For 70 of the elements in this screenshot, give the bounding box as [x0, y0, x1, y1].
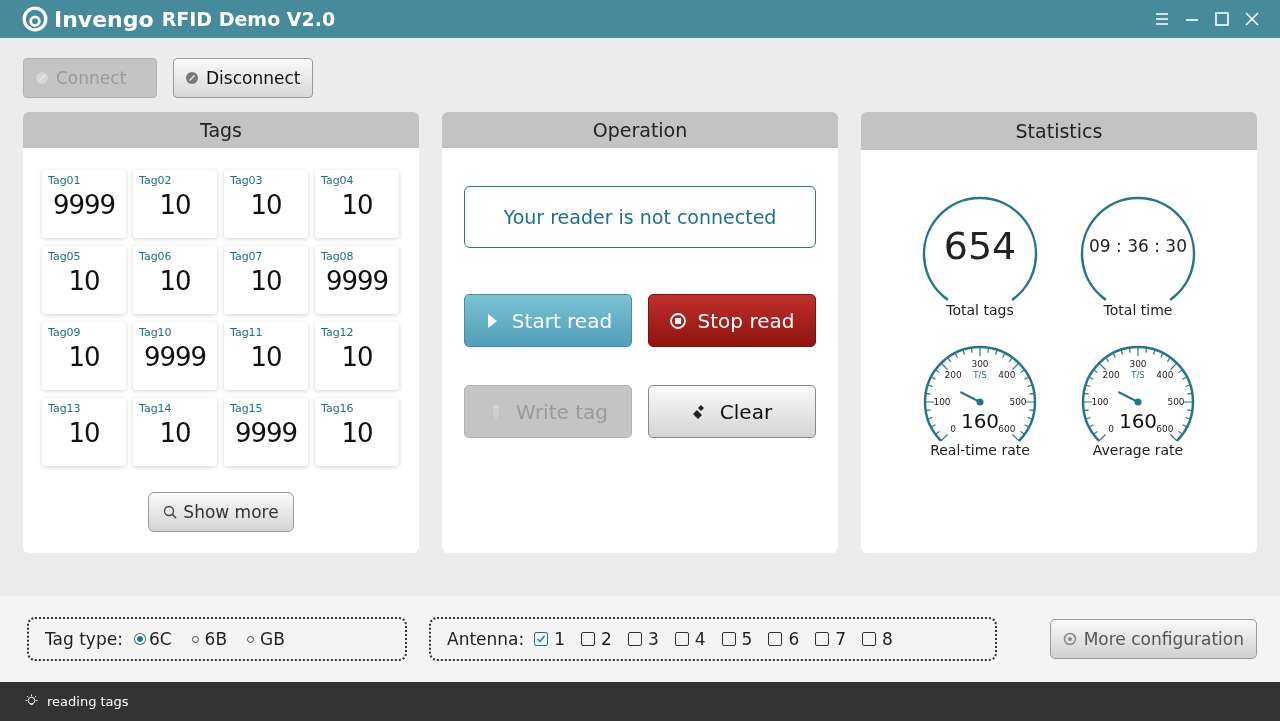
gear-icon — [1062, 632, 1077, 646]
close-icon[interactable] — [1244, 11, 1260, 27]
tag-name: Tag11 — [230, 326, 264, 339]
checkbox-option[interactable]: 3 — [627, 629, 659, 649]
radio-option[interactable]: GB — [247, 629, 285, 649]
stat-label: Real-time rate — [930, 442, 1030, 458]
stop-button[interactable]: Stop read — [648, 294, 816, 347]
show-more-button[interactable]: Show more — [148, 492, 294, 532]
tag-count: 10 — [249, 190, 283, 220]
tag-count: 9999 — [51, 190, 117, 220]
stat-label: Total tags — [946, 302, 1014, 318]
tag-name: Tag07 — [230, 250, 264, 263]
tag-count: 10 — [340, 342, 374, 372]
tag-count: 10 — [158, 418, 192, 448]
logo-icon — [22, 6, 48, 32]
tag-count: 10 — [340, 418, 374, 448]
tag-name: Tag06 — [139, 250, 173, 263]
checkbox-option[interactable]: 6 — [768, 629, 800, 649]
disconnect-button[interactable]: Disconnect — [173, 58, 314, 98]
radio-option[interactable]: 6C — [136, 629, 172, 649]
tag-count: 9999 — [233, 418, 299, 448]
tag-name: Tag16 — [321, 402, 355, 415]
panel-title: Operation — [592, 119, 688, 141]
tag-count: 10 — [340, 190, 374, 220]
tag-name: Tag12 — [321, 326, 355, 339]
menu-icon[interactable] — [1154, 11, 1170, 27]
tag-name: Tag15 — [230, 402, 264, 415]
checkbox-option[interactable]: 7 — [815, 629, 847, 649]
stop-icon — [669, 312, 686, 329]
stat-label: Total time — [1103, 302, 1173, 318]
checkbox-option[interactable]: 2 — [581, 629, 612, 649]
tag-count: 10 — [67, 342, 101, 372]
checkbox-option[interactable]: 4 — [674, 629, 706, 649]
tag-count: 9999 — [324, 266, 390, 296]
tag-count: 10 — [158, 190, 192, 220]
tag-name: Tag08 — [321, 250, 355, 263]
tag-name: Tag13 — [48, 402, 82, 415]
tag-name: Tag03 — [230, 174, 264, 187]
tag-count: 10 — [158, 266, 192, 296]
tag-count: 10 — [249, 342, 283, 372]
tag-count: 10 — [67, 418, 101, 448]
status-text: reading tags — [47, 694, 129, 709]
tag-name: Tag09 — [48, 326, 82, 339]
tag-name: Tag05 — [48, 250, 82, 263]
tag-name: Tag14 — [139, 402, 173, 415]
maximize-icon[interactable] — [1214, 11, 1230, 27]
tag-name: Tag04 — [321, 174, 355, 187]
status-message: Your reader is not connected — [464, 186, 816, 248]
checkbox-option[interactable]: 1 — [534, 629, 566, 649]
tag-name: Tag10 — [139, 326, 173, 339]
window-title: RFID Demo V2.0 — [161, 8, 336, 30]
tag-count: 10 — [249, 266, 283, 296]
tag-name: Tag01 — [48, 174, 82, 187]
panel-title: Statistics — [1015, 120, 1103, 142]
counter-value: 09 : 36 : 30 — [1089, 236, 1187, 256]
clear-button[interactable]: Clear — [648, 385, 816, 438]
tag-count: 9999 — [142, 342, 208, 372]
checkbox-option[interactable]: 5 — [721, 629, 753, 649]
tag-name: Tag02 — [139, 174, 173, 187]
antenna-label: Antenna: — [447, 629, 525, 649]
tag-count: 10 — [67, 266, 101, 296]
more-configuration-button[interactable]: More configuration — [1049, 619, 1257, 659]
brand-name: Invengo — [54, 6, 154, 32]
tag-type-label: Tag type: — [45, 629, 123, 649]
panel-title: Tags — [199, 119, 243, 141]
checkbox-option[interactable]: 8 — [862, 629, 893, 649]
search-icon — [163, 505, 178, 519]
counter-value: 654 — [943, 224, 1017, 268]
radio-option[interactable]: 6B — [191, 629, 228, 649]
check-icon — [535, 633, 548, 645]
